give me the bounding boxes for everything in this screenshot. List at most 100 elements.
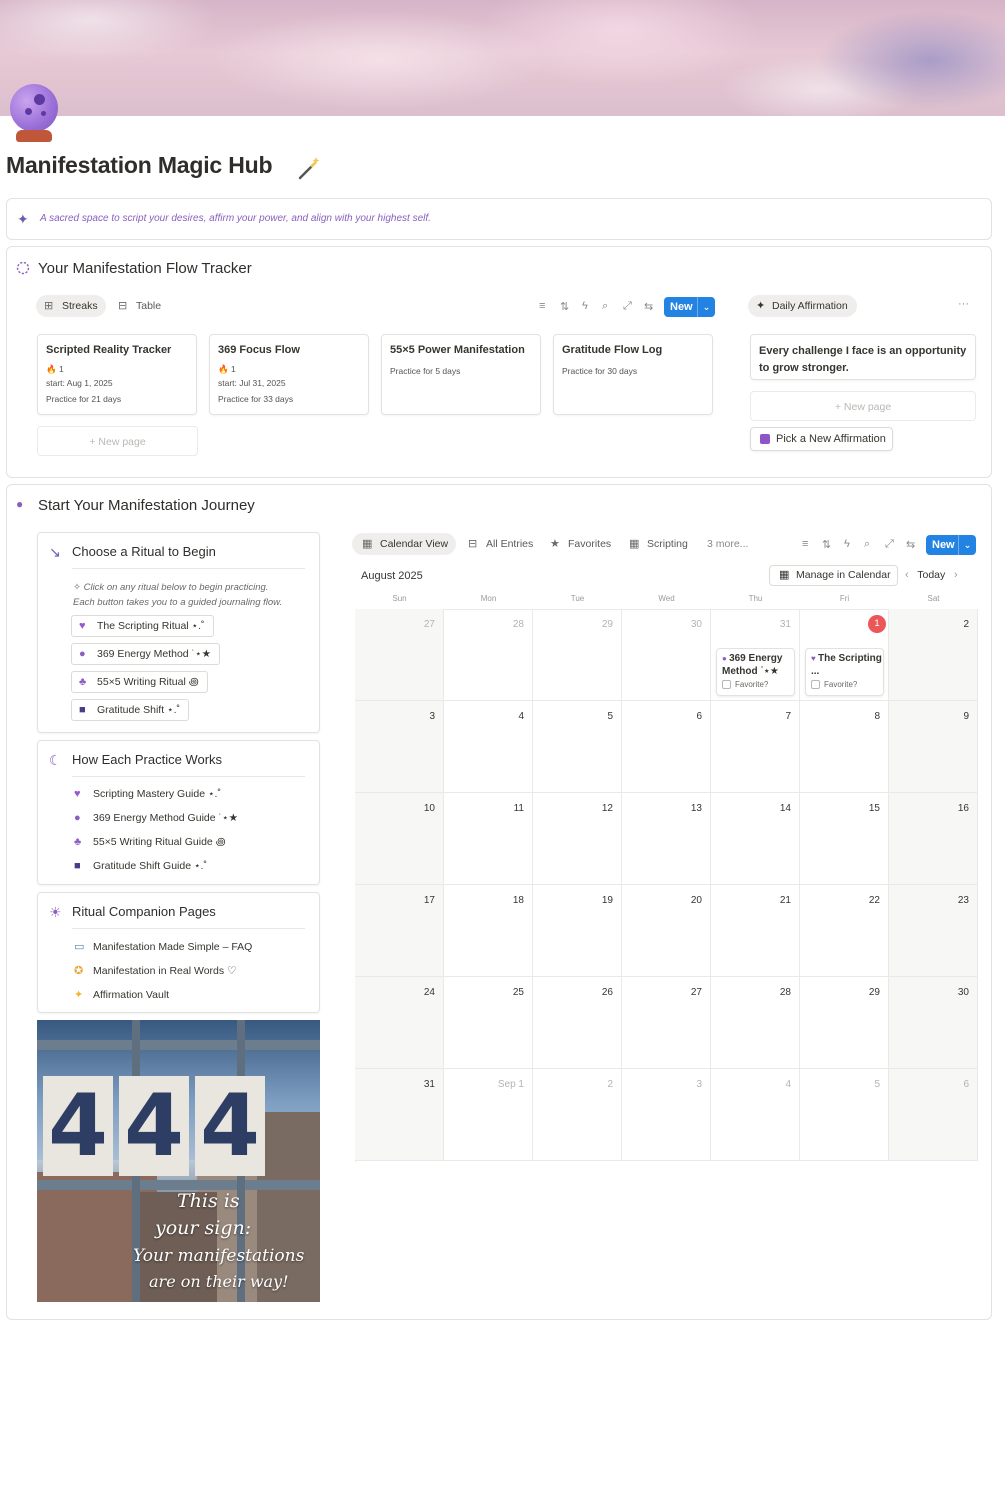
calendar-day-cell[interactable]: 3 (355, 701, 444, 793)
calendar-new-button[interactable]: New ⌄ (926, 535, 976, 555)
manage-calendar-button[interactable]: ▦ Manage in Calendar (769, 565, 898, 586)
filter-icon[interactable]: ≡ (539, 300, 545, 312)
chevron-down-icon[interactable]: ⌄ (958, 535, 976, 555)
calendar-day-cell[interactable]: 18 (444, 885, 533, 977)
calendar-day-cell[interactable]: 15 (800, 793, 889, 885)
automation-icon[interactable]: ϟ (582, 300, 588, 312)
real-words-link[interactable]: ✪ Manifestation in Real Words ♡ (71, 962, 236, 980)
checkbox[interactable] (722, 680, 731, 689)
energy-guide-link[interactable]: ● 369 Energy Method Guide ˙⋆★ (71, 809, 238, 827)
tab-scripting[interactable]: ▦ Scripting (619, 533, 696, 555)
settings-icon[interactable]: ⇆ (644, 300, 653, 313)
calendar-day-cell[interactable]: 2 (533, 1069, 622, 1161)
tab-favorites[interactable]: ★ Favorites (540, 533, 619, 555)
chevron-right-icon[interactable]: › (954, 569, 958, 581)
calendar-day-cell[interactable]: Sep 1 (444, 1069, 533, 1161)
calendar-day-cell[interactable]: 21 (711, 885, 800, 977)
chevron-left-icon[interactable]: ‹ (905, 569, 909, 581)
tracker-new-button[interactable]: New ⌄ (664, 297, 715, 317)
calendar-month: August 2025 (361, 570, 423, 582)
calendar-day-cell[interactable]: 29 (800, 977, 889, 1069)
faq-link[interactable]: ▭ Manifestation Made Simple – FAQ (71, 938, 252, 956)
calendar-day-cell[interactable]: 26 (533, 977, 622, 1069)
scripting-guide-link[interactable]: ♥ Scripting Mastery Guide ⋆.˚ (71, 785, 221, 803)
energy-method-button[interactable]: ● 369 Energy Method ˙⋆★ (71, 643, 221, 665)
more-icon[interactable]: ··· (958, 298, 969, 310)
callout-text: A sacred space to script your desires, a… (40, 213, 431, 224)
calendar-day-cell[interactable]: 3 (622, 1069, 711, 1161)
calendar-day-cell[interactable]: 6 (889, 1069, 978, 1161)
automation-icon[interactable]: ϟ (844, 538, 850, 550)
tracker-card[interactable]: Gratitude Flow Log Practice for 30 days (553, 334, 713, 415)
calendar-day-cell[interactable]: 4 (444, 701, 533, 793)
writing-guide-link[interactable]: ♣ 55×5 Writing Ritual Guide ꩜ (71, 833, 226, 851)
calendar-day-cell[interactable]: 19 (533, 885, 622, 977)
settings-icon[interactable]: ⇆ (906, 538, 915, 551)
tab-calendar-view[interactable]: ▦ Calendar View (352, 533, 457, 555)
calendar-day-cell[interactable]: 30 (622, 609, 711, 701)
favorite-checkbox[interactable]: Favorite? (722, 680, 768, 689)
expand-icon[interactable]: ⤢ (623, 300, 632, 313)
calendar-day-cell[interactable]: 25 (444, 977, 533, 1069)
tab-table[interactable]: ⊟ Table (110, 295, 169, 317)
calendar-day-cell[interactable]: 13 (622, 793, 711, 885)
calendar-day-cell[interactable]: 1 ♥ The Scripting ... Favorite? (800, 609, 889, 701)
calendar-day-cell[interactable]: 28 (444, 609, 533, 701)
calendar-event[interactable]: ♥ The Scripting ... Favorite? (805, 648, 884, 696)
tracker-card[interactable]: 55×5 Power Manifestation Practice for 5 … (381, 334, 541, 415)
tracker-card[interactable]: Scripted Reality Tracker 🔥 1 start: Aug … (37, 334, 197, 415)
calendar-event[interactable]: ● 369 Energy Method ˙⋆★ Favorite? (716, 648, 795, 696)
chevron-down-icon[interactable]: ⌄ (697, 297, 715, 317)
search-icon[interactable]: ⌕ (602, 300, 608, 313)
gratitude-guide-link[interactable]: ■ Gratitude Shift Guide ⋆.˚ (71, 857, 207, 875)
calendar-day-cell[interactable]: 12 (533, 793, 622, 885)
pick-affirmation-button[interactable]: Pick a New Affirmation (750, 427, 893, 451)
calendar-day-cell[interactable]: 29 (533, 609, 622, 701)
today-button[interactable]: Today (917, 569, 945, 581)
tab-all-entries[interactable]: ⊟ All Entries (458, 533, 541, 555)
calendar-day-cell[interactable]: 4 (711, 1069, 800, 1161)
calendar-day-cell[interactable]: 11 (444, 793, 533, 885)
calendar-day-cell[interactable]: 10 (355, 793, 444, 885)
calendar-day-cell[interactable]: 14 (711, 793, 800, 885)
sort-icon[interactable]: ⇅ (560, 300, 569, 313)
calendar-day-cell[interactable]: 7 (711, 701, 800, 793)
calendar-day-cell[interactable]: 2 (889, 609, 978, 701)
filter-icon[interactable]: ≡ (802, 538, 808, 550)
search-icon[interactable]: ⌕ (864, 538, 870, 551)
affirmation-new-page[interactable]: + New page (750, 391, 976, 421)
crystal-ball-icon[interactable] (8, 84, 60, 144)
calendar-day-cell[interactable]: 27 (622, 977, 711, 1069)
affirmation-card[interactable]: Every challenge I face is an opportunity… (750, 334, 976, 380)
calendar-day-cell[interactable]: 31 (355, 1069, 444, 1161)
tracker-new-page[interactable]: + New page (37, 426, 198, 456)
calendar-day-cell[interactable]: 27 (355, 609, 444, 701)
calendar-day-cell[interactable]: 23 (889, 885, 978, 977)
calendar-day-cell[interactable]: 22 (800, 885, 889, 977)
expand-icon[interactable]: ⤢ (885, 538, 894, 551)
calendar-day-cell[interactable]: 20 (622, 885, 711, 977)
calendar-day-cell[interactable]: 5 (533, 701, 622, 793)
sort-icon[interactable]: ⇅ (822, 538, 831, 551)
tracker-card[interactable]: 369 Focus Flow 🔥 1 start: Jul 31, 2025 P… (209, 334, 369, 415)
calendar-day-cell[interactable]: 5 (800, 1069, 889, 1161)
favorite-checkbox[interactable]: Favorite? (811, 680, 857, 689)
scripting-ritual-button[interactable]: ♥ The Scripting Ritual ⋆.˚ (71, 615, 214, 637)
calendar-day-cell[interactable]: 24 (355, 977, 444, 1069)
day-number: 29 (868, 987, 880, 998)
affirmation-vault-link[interactable]: ✦ Affirmation Vault (71, 986, 169, 1004)
tab-daily-affirmation[interactable]: ✦ Daily Affirmation (748, 295, 857, 317)
calendar-day-cell[interactable]: 16 (889, 793, 978, 885)
calendar-day-cell[interactable]: 9 (889, 701, 978, 793)
writing-ritual-button[interactable]: ♣ 55×5 Writing Ritual ꩜ (71, 671, 208, 693)
gratitude-shift-button[interactable]: ■ Gratitude Shift ⋆.˚ (71, 699, 190, 721)
calendar-day-cell[interactable]: 17 (355, 885, 444, 977)
calendar-day-cell[interactable]: 8 (800, 701, 889, 793)
calendar-day-cell[interactable]: 6 (622, 701, 711, 793)
checkbox[interactable] (811, 680, 820, 689)
calendar-day-cell[interactable]: 30 (889, 977, 978, 1069)
tab-more[interactable]: 3 more... (707, 533, 756, 555)
tab-streaks[interactable]: ⊞ Streaks (36, 295, 106, 317)
calendar-day-cell[interactable]: 31 ● 369 Energy Method ˙⋆★ Favorite? (711, 609, 800, 701)
calendar-day-cell[interactable]: 28 (711, 977, 800, 1069)
